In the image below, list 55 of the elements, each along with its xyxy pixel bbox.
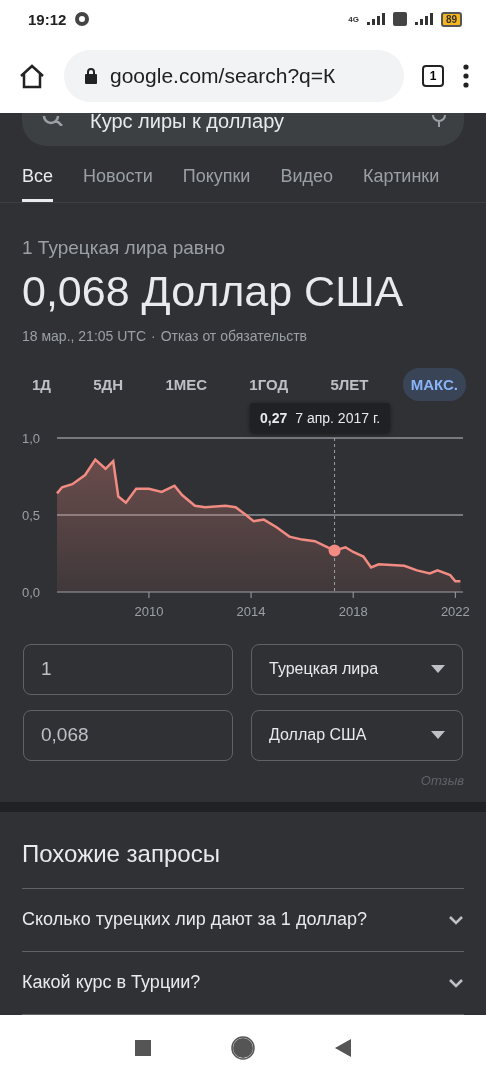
axis-label: 1,0 — [22, 430, 41, 446]
axis-label: 2022 — [440, 603, 470, 619]
range-tab[interactable]: 5ЛЕТ — [322, 367, 377, 401]
search-query: Курс лиры к доллару — [90, 113, 286, 133]
address-bar[interactable]: google.com/search?q=К — [64, 49, 404, 102]
disclaimer-link[interactable]: Отказ от обязательств — [160, 327, 308, 344]
conversion-subtitle: 1 Турецкая лира равно — [21, 235, 226, 259]
tooltip-value: 0,27 — [260, 409, 288, 426]
search-tab[interactable]: Все — [22, 165, 54, 202]
search-tab[interactable]: Новости — [83, 165, 153, 202]
dropdown-caret-icon — [431, 665, 445, 674]
menu-icon[interactable] — [462, 63, 470, 88]
amount-field[interactable]: 0,068 — [23, 709, 233, 761]
axis-label: 0,5 — [22, 507, 41, 523]
battery-level: 89 — [440, 11, 462, 27]
network-type: 4G — [348, 14, 359, 24]
conversion-result: 0,068 Доллар США — [21, 265, 405, 316]
signal-icon — [366, 13, 385, 25]
signal-icon — [414, 13, 433, 25]
axis-label: 2010 — [134, 603, 164, 619]
search-tab[interactable]: Картинки — [363, 165, 440, 202]
search-field[interactable]: Курс лиры к доллару — [22, 113, 464, 146]
axis-label: 2014 — [236, 603, 266, 619]
separator-dot: · — [151, 327, 156, 344]
search-tab[interactable]: Покупки — [182, 165, 251, 202]
search-icon — [42, 116, 64, 127]
amount-field[interactable]: 1 — [23, 643, 233, 695]
range-tab[interactable]: 1МЕС — [157, 367, 216, 401]
range-tab[interactable]: 1Д — [24, 367, 60, 401]
home-button-icon[interactable] — [231, 1035, 255, 1060]
range-tab[interactable]: МАКС. — [402, 367, 466, 401]
hover-cursor[interactable] — [328, 437, 341, 593]
chevron-icon — [448, 914, 464, 925]
tab-switcher[interactable]: 1 — [422, 64, 444, 87]
dropdown-caret-icon — [431, 731, 445, 740]
axis-label: 0,0 — [22, 584, 41, 600]
related-question[interactable]: Сколько турецких лир дают за 1 доллар? — [22, 888, 464, 952]
back-icon[interactable] — [335, 1038, 351, 1057]
timestamp: 18 мар., 21:05 UTC — [22, 327, 147, 344]
microphone-icon[interactable] — [432, 115, 446, 128]
lock-icon — [84, 67, 98, 84]
section-title: Похожие запросы — [22, 811, 464, 889]
recents-icon[interactable] — [135, 1039, 151, 1056]
clock: 19:12 — [28, 10, 67, 28]
tooltip-date: 7 апр. 2017 г. — [295, 409, 381, 426]
currency-dropdown[interactable]: Доллар США — [251, 709, 463, 761]
chevron-icon — [448, 977, 464, 988]
axis-label: 2018 — [338, 603, 368, 619]
url-text: google.com/search?q=К — [110, 63, 336, 88]
range-tab[interactable]: 5ДН — [85, 367, 132, 401]
home-icon[interactable] — [18, 62, 46, 89]
browser-icon — [74, 11, 91, 27]
search-tab[interactable]: Видео — [280, 165, 333, 202]
range-tab[interactable]: 1ГОД — [241, 367, 297, 401]
currency-dropdown[interactable]: Турецкая лира — [251, 643, 463, 695]
